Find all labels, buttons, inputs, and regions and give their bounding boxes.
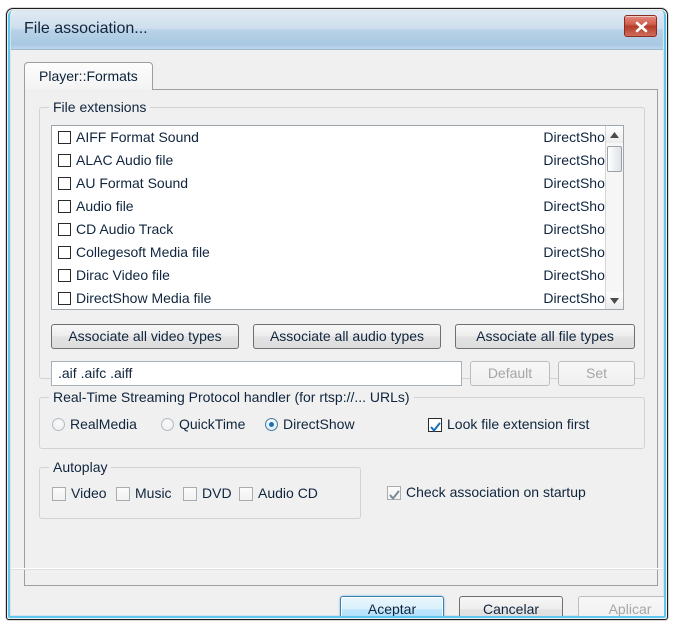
list-item[interactable]: AU Format Sound DirectShow [52, 172, 623, 195]
list-item-checkbox[interactable] [58, 131, 71, 144]
list-item[interactable]: Audio file DirectShow [52, 195, 623, 218]
autoplay-video-label: Video [71, 485, 107, 501]
list-item-checkbox[interactable] [58, 154, 71, 167]
rtsp-handler-group-label: Real-Time Streaming Protocol handler (fo… [49, 389, 414, 405]
associate-all-video-types-button[interactable]: Associate all video types [51, 324, 239, 349]
checkmark-icon [389, 488, 400, 504]
autoplay-music-label: Music [135, 485, 172, 501]
autoplay-dvd-checkbox[interactable]: DVD [183, 485, 232, 501]
file-association-dialog: File association... Player::Formats File… [6, 8, 668, 620]
list-item[interactable]: ALAC Audio file DirectShow [52, 149, 623, 172]
scroll-down-button[interactable] [606, 292, 623, 309]
radio-dot-selected-icon [265, 418, 278, 431]
list-item[interactable]: DirectShow Media file DirectShow [52, 287, 623, 309]
dialog-client-area: Player::Formats File extensions AIFF For… [11, 50, 664, 616]
list-item-label: AIFF Format Sound [76, 129, 199, 145]
associate-all-audio-types-button[interactable]: Associate all audio types [253, 324, 441, 349]
window-inner-frame: File association... Player::Formats File… [8, 10, 666, 618]
list-item-label: DirectShow Media file [76, 290, 212, 306]
list-item-checkbox[interactable] [58, 200, 71, 213]
check-association-on-startup-label: Check association on startup [406, 484, 586, 500]
default-button[interactable]: Default [470, 361, 550, 386]
set-button[interactable]: Set [558, 361, 635, 386]
radio-directshow-label: DirectShow [283, 416, 355, 432]
cancel-button[interactable]: Cancelar [459, 596, 563, 616]
checkbox-checked-icon [428, 418, 442, 432]
list-item-label: CD Audio Track [76, 221, 174, 237]
checkmark-icon [430, 420, 441, 436]
radio-dot-icon [161, 418, 174, 431]
autoplay-group: Autoplay Video Music DVD Audio CD [39, 459, 361, 519]
scroll-up-button[interactable] [606, 126, 623, 143]
list-item-checkbox[interactable] [58, 292, 71, 305]
list-item-checkbox[interactable] [58, 269, 71, 282]
list-item-label: AU Format Sound [76, 175, 189, 191]
list-item[interactable]: CD Audio Track DirectShow [52, 218, 623, 241]
radio-realmedia-label: RealMedia [70, 416, 137, 432]
radio-realmedia[interactable]: RealMedia [52, 416, 137, 432]
checkbox-icon [52, 487, 66, 501]
accept-button[interactable]: Aceptar [340, 596, 444, 616]
autoplay-music-checkbox[interactable]: Music [116, 485, 172, 501]
listbox-scrollbar[interactable] [605, 126, 623, 309]
list-item-label: ALAC Audio file [76, 152, 174, 168]
footer-separator [11, 568, 663, 570]
file-extensions-listbox[interactable]: AIFF Format Sound DirectShow ALAC Audio … [51, 125, 624, 310]
list-item-label: Collegesoft Media file [76, 244, 210, 260]
autoplay-group-label: Autoplay [49, 459, 112, 475]
autoplay-video-checkbox[interactable]: Video [52, 485, 107, 501]
file-extensions-group: File extensions AIFF Format Sound Direct… [39, 99, 645, 386]
autoplay-dvd-label: DVD [202, 485, 232, 501]
list-item-checkbox[interactable] [58, 246, 71, 259]
associate-all-file-types-button[interactable]: Associate all file types [455, 324, 635, 349]
look-file-extension-first-label: Look file extension first [447, 416, 590, 432]
scrollbar-thumb[interactable] [607, 146, 622, 172]
radio-quicktime[interactable]: QuickTime [161, 416, 245, 432]
autoplay-audio-cd-checkbox[interactable]: Audio CD [239, 485, 318, 501]
list-item-label: Audio file [76, 198, 134, 214]
list-item-checkbox[interactable] [58, 223, 71, 236]
tab-player-formats[interactable]: Player::Formats [24, 62, 153, 90]
tab-strip: Player::Formats [24, 62, 658, 90]
list-item-label: Dirac Video file [76, 267, 170, 283]
radio-quicktime-label: QuickTime [179, 416, 246, 432]
checkbox-icon [239, 487, 253, 501]
tab-panel-seam-mask [25, 89, 145, 91]
checkbox-icon [116, 487, 130, 501]
autoplay-audio-cd-label: Audio CD [258, 485, 318, 501]
list-item[interactable]: Dirac Video file DirectShow [52, 264, 623, 287]
list-item[interactable]: Collegesoft Media file DirectShow [52, 241, 623, 264]
look-file-extension-first-checkbox[interactable]: Look file extension first [428, 416, 589, 432]
check-association-on-startup-checkbox[interactable]: Check association on startup [387, 484, 586, 500]
file-extensions-group-label: File extensions [49, 99, 151, 115]
extension-input[interactable]: .aif .aifc .aiff [51, 361, 462, 386]
window-inner-frame-2: File association... Player::Formats File… [10, 10, 664, 616]
tab-panel-player-formats: File extensions AIFF Format Sound Direct… [24, 89, 658, 586]
close-button[interactable] [624, 15, 657, 37]
apply-button[interactable]: Aplicar [578, 596, 664, 616]
window-title: File association... [24, 20, 148, 37]
radio-directshow[interactable]: DirectShow [265, 416, 355, 432]
list-item[interactable]: AIFF Format Sound DirectShow [52, 126, 623, 149]
checkbox-checked-icon [387, 486, 401, 500]
title-bar[interactable]: File association... [11, 11, 663, 50]
rtsp-handler-group: Real-Time Streaming Protocol handler (fo… [39, 389, 645, 449]
list-item-checkbox[interactable] [58, 177, 71, 190]
checkbox-icon [183, 487, 197, 501]
radio-dot-icon [52, 418, 65, 431]
